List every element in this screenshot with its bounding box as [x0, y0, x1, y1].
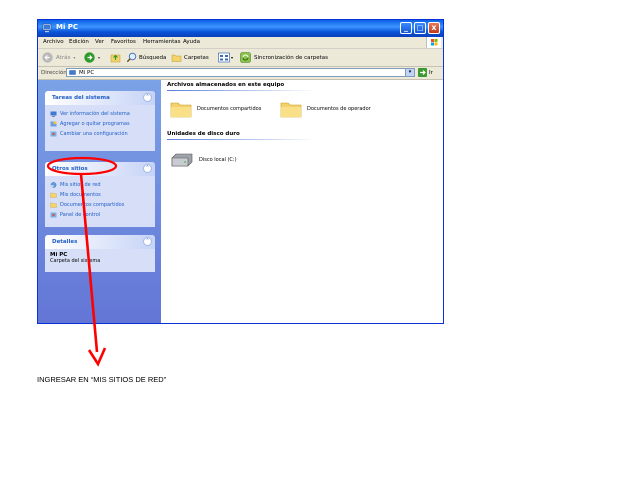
sync-label: Sincronización de carpetas	[254, 54, 329, 61]
section-divider	[167, 139, 317, 140]
system-tasks-header[interactable]: Tareas del sistema ⌃	[45, 91, 155, 105]
maximize-button[interactable]: □	[414, 22, 426, 34]
system-tasks-title: Tareas del sistema	[52, 95, 110, 101]
address-input[interactable]: Mi PC ▾	[66, 68, 415, 77]
control-panel-icon	[50, 131, 57, 137]
place-shared-documents[interactable]: Documentos compartidos	[50, 200, 150, 210]
other-places-panel: Otros sitios ⌃ Mis sitios de red Mis doc…	[45, 162, 155, 227]
collapse-chevron-icon[interactable]: ⌃	[143, 93, 152, 102]
place-label: Panel de control	[60, 212, 101, 218]
address-bar: Dirección Mi PC ▾ Ir	[38, 67, 443, 80]
forward-button[interactable]: ▾	[84, 52, 100, 63]
folders-icon	[171, 54, 182, 62]
menu-bar: Archivo Edición Ver Favoritos Herramient…	[38, 37, 443, 49]
menu-edicion[interactable]: Edición	[69, 39, 89, 45]
drive-local-c[interactable]: Disco local (C:)	[170, 153, 237, 167]
system-info-icon	[50, 111, 57, 117]
task-label: Cambiar una configuración	[60, 131, 128, 137]
computer-icon	[42, 23, 52, 33]
go-label[interactable]: Ir	[429, 70, 433, 76]
task-label: Ver información del sistema	[60, 111, 130, 117]
task-pane: Tareas del sistema ⌃ Ver información del…	[38, 80, 161, 323]
search-label: Búsqueda	[139, 54, 167, 61]
back-dropdown-icon: ▾	[73, 55, 76, 60]
sync-icon	[240, 52, 251, 63]
computer-small-icon	[69, 70, 76, 75]
menu-ver[interactable]: Ver	[95, 39, 104, 45]
back-label: Atrás	[56, 54, 71, 61]
details-title: Detalles	[52, 239, 78, 245]
folder-operator-documents[interactable]: Documentos de operador	[280, 100, 371, 118]
folder-label: Documentos compartidos	[197, 106, 262, 112]
views-dropdown-icon: ▾	[231, 55, 234, 60]
place-label: Documentos compartidos	[60, 202, 125, 208]
title-bar[interactable]: Mi PC _ □ x	[38, 20, 443, 37]
section-files-title: Archivos almacenados en este equipo	[167, 82, 285, 88]
details-panel: Detalles ⌃ Mi PC Carpeta del sistema	[45, 235, 155, 272]
collapse-chevron-icon[interactable]: ⌃	[143, 237, 152, 246]
place-my-documents[interactable]: Mis documentos	[50, 190, 150, 200]
section-drives-title: Unidades de disco duro	[167, 131, 240, 137]
place-label: Mis sitios de red	[60, 182, 101, 188]
close-button[interactable]: x	[428, 22, 440, 34]
place-my-network[interactable]: Mis sitios de red	[50, 180, 150, 190]
folder-icon	[50, 192, 57, 198]
address-value: Mi PC	[79, 70, 95, 76]
menu-archivo[interactable]: Archivo	[43, 39, 64, 45]
task-view-system-info[interactable]: Ver información del sistema	[50, 109, 150, 119]
up-folder-icon[interactable]	[110, 52, 121, 63]
section-divider	[167, 90, 317, 91]
hard-drive-icon	[171, 153, 193, 167]
folder-shared-documents[interactable]: Documentos compartidos	[170, 100, 261, 118]
collapse-chevron-icon[interactable]: ⌃	[143, 164, 152, 173]
annotation-text: INGRESAR EN “MIS SITIOS DE RED”	[37, 375, 167, 384]
forward-arrow-icon	[84, 52, 95, 63]
search-icon	[126, 52, 137, 63]
control-panel-icon	[50, 212, 57, 218]
forward-dropdown-icon: ▾	[98, 55, 101, 60]
address-label: Dirección	[41, 70, 67, 76]
go-arrow-icon[interactable]	[418, 68, 427, 77]
arrow-head	[87, 347, 107, 367]
folders-button[interactable]: Carpetas	[171, 52, 209, 63]
folder-icon	[50, 202, 57, 208]
place-label: Mis documentos	[60, 192, 101, 198]
menu-herramientas[interactable]: Herramientas	[143, 39, 180, 45]
views-icon	[218, 52, 230, 63]
menu-favoritos[interactable]: Favoritos	[111, 39, 136, 45]
windows-logo-icon	[426, 37, 441, 48]
sync-folders-button[interactable]: Sincronización de carpetas	[240, 52, 328, 63]
folder-icon	[170, 102, 192, 118]
system-tasks-panel: Tareas del sistema ⌃ Ver información del…	[45, 91, 155, 151]
explorer-window: Mi PC _ □ x Archivo Edición Ver Favorito…	[37, 19, 444, 324]
network-places-icon	[50, 182, 57, 188]
task-label: Agregar o quitar programas	[60, 121, 130, 127]
drive-label: Disco local (C:)	[199, 157, 237, 163]
folder-label: Documentos de operador	[307, 106, 371, 112]
views-button[interactable]: ▾	[218, 52, 233, 63]
task-add-remove-programs[interactable]: Agregar o quitar programas	[50, 119, 150, 129]
details-header[interactable]: Detalles ⌃	[45, 235, 155, 249]
folder-icon	[280, 102, 302, 118]
minimize-button[interactable]: _	[400, 22, 412, 34]
other-places-header[interactable]: Otros sitios ⌃	[45, 162, 155, 176]
search-button[interactable]: Búsqueda	[126, 52, 166, 63]
other-places-title: Otros sitios	[52, 166, 88, 172]
programs-icon	[50, 121, 57, 127]
back-button[interactable]: Atrás ▾	[42, 52, 75, 63]
task-change-settings[interactable]: Cambiar una configuración	[50, 129, 150, 139]
place-control-panel[interactable]: Panel de control	[50, 210, 150, 220]
details-subtitle: Carpeta del sistema	[50, 258, 101, 264]
window-title: Mi PC	[56, 23, 79, 31]
address-dropdown-icon[interactable]: ▾	[405, 69, 414, 76]
menu-ayuda[interactable]: Ayuda	[183, 39, 200, 45]
toolbar: Atrás ▾ ▾ Búsqueda Carpetas ▾ Sincroniza…	[38, 49, 443, 67]
back-arrow-icon	[42, 52, 53, 63]
content-pane: Archivos almacenados en este equipo Docu…	[161, 80, 443, 323]
folders-label: Carpetas	[184, 54, 209, 61]
